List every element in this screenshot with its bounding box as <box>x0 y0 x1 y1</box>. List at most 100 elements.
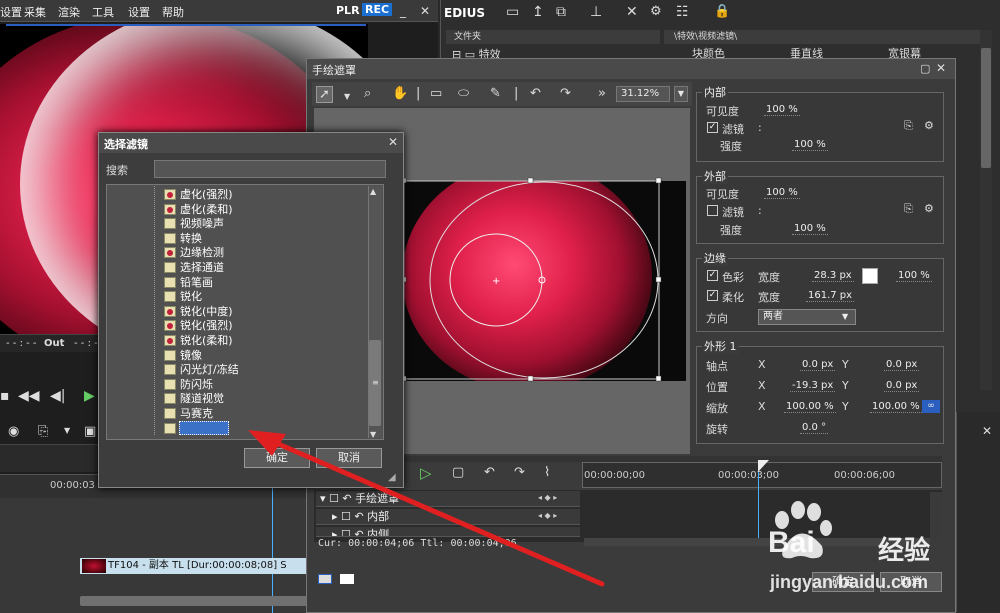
filter-item[interactable]: 锐化 <box>180 290 202 304</box>
close-icon[interactable]: ✕ <box>418 4 432 18</box>
zoom-tool-icon[interactable]: ⌕ <box>364 86 371 101</box>
view-icon[interactable]: ☷ <box>676 4 689 20</box>
inner-strength-value[interactable]: 100 % <box>792 139 828 151</box>
scale-label: 缩放 <box>706 402 728 415</box>
filter-item[interactable]: 转换 <box>180 232 202 246</box>
inner-visibility-value[interactable]: 100 % <box>764 104 800 116</box>
edge-width-value[interactable]: 28.3 px <box>812 270 854 282</box>
stop-icon[interactable]: ▪ <box>0 388 10 404</box>
rec-badge[interactable]: REC <box>362 3 393 16</box>
inner-filter-checkbox[interactable]: ✓ <box>707 122 718 133</box>
filter-item[interactable]: 镜像 <box>180 349 202 363</box>
search-input[interactable] <box>154 160 386 178</box>
position-label: 位置 <box>706 381 728 394</box>
axis-y-value[interactable]: 0.0 px <box>884 359 920 371</box>
effects-scroll-thumb[interactable] <box>981 48 991 168</box>
zoom-level[interactable]: 31.12% <box>616 86 670 102</box>
filter-item[interactable]: 视频噪声 <box>180 217 224 231</box>
select-tool-icon[interactable]: ➚ <box>316 86 333 103</box>
filter-settings-icon[interactable]: ⚙ <box>924 119 934 132</box>
position-y-label: Y <box>842 379 849 392</box>
filter-item[interactable]: 铅笔画 <box>180 276 213 290</box>
filter-item[interactable]: 虚化(强烈) <box>180 188 233 202</box>
edge-color-checkbox[interactable]: ✓ <box>707 270 718 281</box>
filter-item[interactable]: 锐化(中度) <box>180 305 233 319</box>
filter-item[interactable]: 虚化(柔和) <box>180 203 233 217</box>
edge-soft-checkbox[interactable]: ✓ <box>707 290 718 301</box>
playhead[interactable] <box>758 460 782 474</box>
chevron-down-icon[interactable]: ▼ <box>842 312 848 321</box>
scale-y-value[interactable]: 100.00 % <box>870 401 922 413</box>
play-icon[interactable]: ▶ <box>84 388 95 404</box>
filter-item[interactable]: 隧道视觉 <box>180 392 224 406</box>
export-icon[interactable]: ⎘ <box>38 424 48 439</box>
filter-select-icon[interactable]: ⎘ <box>904 202 913 216</box>
scale-x-value[interactable]: 100.00 % <box>784 401 836 413</box>
position-y-value[interactable]: 0.0 px <box>884 380 920 392</box>
chevron-down-icon[interactable]: ▼ <box>674 86 688 102</box>
properties-icon[interactable]: ⚙ <box>650 4 662 19</box>
link-icon[interactable]: ∞ <box>922 400 940 413</box>
menu-settings-partial[interactable]: 设置 <box>0 4 22 20</box>
edge-color-swatch[interactable] <box>862 268 878 284</box>
outer-filter-checkbox[interactable] <box>707 205 718 216</box>
folder-icon[interactable]: ▭ <box>506 4 519 20</box>
filter-item[interactable]: 选择通道 <box>180 261 224 275</box>
filter-list[interactable] <box>106 184 384 440</box>
save-icon[interactable]: ▣ <box>84 424 96 439</box>
menu-render[interactable]: 渲染 <box>58 4 80 20</box>
filter-select-icon[interactable]: ⎘ <box>904 119 913 133</box>
rewind-icon[interactable]: ◀◀ <box>18 388 40 404</box>
soft-width-value[interactable]: 161.7 px <box>806 290 855 302</box>
undo-icon[interactable]: ↶ <box>530 86 541 101</box>
minimize-icon[interactable]: _ <box>396 4 410 18</box>
outer-strength-value[interactable]: 100 % <box>792 223 828 235</box>
pen-tool-icon[interactable]: ✎ <box>490 86 501 101</box>
rectangle-tool-icon[interactable]: ▭ <box>430 86 442 101</box>
plr-label[interactable]: PLR <box>336 4 360 17</box>
rotation-value[interactable]: 0.0 ° <box>800 422 829 434</box>
out-label: Out <box>44 338 65 349</box>
scroll-up-icon[interactable]: ▲ <box>370 187 376 196</box>
more-icon[interactable]: » <box>598 86 606 101</box>
apply-icon[interactable]: ⊥ <box>590 4 602 20</box>
outer-ellipse-mask[interactable] <box>429 181 659 379</box>
edge-color-opacity[interactable]: 100 % <box>896 270 932 282</box>
filter-item-icon <box>164 379 176 390</box>
close-icon[interactable]: ✕ <box>936 61 946 75</box>
timeline-scrollbar[interactable] <box>80 596 310 606</box>
redo-icon[interactable]: ↷ <box>560 86 571 101</box>
axis-x-value[interactable]: 0.0 px <box>800 359 836 371</box>
filter-item[interactable]: 闪光灯/冻结 <box>180 363 239 377</box>
up-folder-icon[interactable]: ↥ <box>532 4 544 20</box>
filter-item-icon <box>164 204 176 215</box>
close-icon[interactable]: ✕ <box>982 424 992 438</box>
ellipse-tool-icon[interactable]: ⬭ <box>458 86 469 101</box>
filter-item[interactable]: 锐化(强烈) <box>180 319 233 333</box>
inner-visibility-label: 可见度 <box>706 105 739 118</box>
filter-item[interactable]: 防闪烁 <box>180 378 213 392</box>
playhead-line[interactable] <box>758 472 759 542</box>
tracks-scrollbar[interactable] <box>930 492 942 542</box>
camera-icon[interactable]: ◉ <box>8 424 19 439</box>
delete-icon[interactable]: ✕ <box>626 4 638 20</box>
step-back-icon[interactable]: ◀| <box>50 388 65 404</box>
hand-tool-icon[interactable]: ✋ <box>392 86 408 101</box>
lock-icon[interactable]: 🔒 <box>714 4 730 19</box>
menu-tools[interactable]: 工具 <box>92 4 114 20</box>
close-icon[interactable]: ✕ <box>386 135 400 149</box>
chevron-down-icon[interactable]: ▼ <box>64 426 70 435</box>
chevron-down-icon[interactable]: ▼ <box>344 92 350 101</box>
maximize-icon[interactable]: ▢ <box>920 62 930 75</box>
copy-icon[interactable]: ⧉ <box>556 4 566 20</box>
menu-help[interactable]: 帮助 <box>162 4 184 20</box>
filter-settings-icon[interactable]: ⚙ <box>924 202 934 215</box>
tree-line <box>154 186 155 436</box>
position-x-value[interactable]: -19.3 px <box>790 380 836 392</box>
menu-settings[interactable]: 设置 <box>128 4 150 20</box>
menu-capture[interactable]: 采集 <box>24 4 46 20</box>
outer-visibility-value[interactable]: 100 % <box>764 187 800 199</box>
filter-item[interactable]: 锐化(柔和) <box>180 334 233 348</box>
filter-item[interactable]: 边缘检测 <box>180 246 224 260</box>
filter-item[interactable]: 马赛克 <box>180 407 213 421</box>
